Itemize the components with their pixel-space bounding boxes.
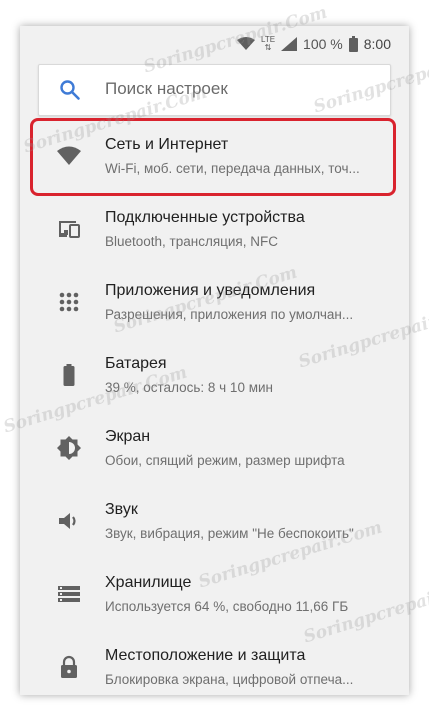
battery-status-icon xyxy=(348,36,358,52)
phone-screen: LTE ⇅ 100 % 8:00 Поиск настроек Сеть и И… xyxy=(20,26,409,695)
wifi-signal-icon xyxy=(236,37,255,50)
settings-item-subtitle: Блокировка экрана, цифровой отпеча... xyxy=(105,672,354,687)
settings-item-storage[interactable]: Хранилище Используется 64 %, свободно 11… xyxy=(20,559,409,629)
search-icon xyxy=(59,79,81,101)
settings-item-subtitle: Обои, спящий режим, размер шрифта xyxy=(105,453,345,468)
brightness-icon xyxy=(56,435,82,461)
search-input[interactable]: Поиск настроек xyxy=(105,79,228,99)
apps-icon xyxy=(56,289,82,315)
settings-item-title: Хранилище xyxy=(105,574,192,591)
settings-item-display[interactable]: Экран Обои, спящий режим, размер шрифта xyxy=(20,413,409,483)
settings-item-subtitle: 39 %, осталось: 8 ч 10 мин xyxy=(105,380,273,395)
settings-item-title: Звук xyxy=(105,501,138,518)
settings-item-subtitle: Звук, вибрация, режим "Не беспокоить" xyxy=(105,526,354,541)
settings-item-title: Сеть и Интернет xyxy=(105,136,229,153)
wifi-icon xyxy=(56,143,82,169)
settings-item-battery[interactable]: Батарея 39 %, осталось: 8 ч 10 мин xyxy=(20,340,409,410)
battery-percent: 100 % xyxy=(303,36,343,52)
battery-icon xyxy=(56,362,82,388)
devices-icon xyxy=(56,216,82,242)
settings-item-network[interactable]: Сеть и Интернет Wi-Fi, моб. сети, переда… xyxy=(20,121,409,191)
status-bar: LTE ⇅ 100 % 8:00 xyxy=(20,26,409,62)
settings-item-subtitle: Разрешения, приложения по умолчан... xyxy=(105,307,354,322)
settings-item-title: Подключенные устройства xyxy=(105,209,305,226)
settings-item-connected-devices[interactable]: Подключенные устройства Bluetooth, транс… xyxy=(20,194,409,264)
volume-icon xyxy=(56,508,82,534)
network-type-icon: LTE ⇅ xyxy=(260,35,276,52)
settings-item-subtitle: Bluetooth, трансляция, NFC xyxy=(105,234,278,249)
settings-item-title: Батарея xyxy=(105,355,167,372)
settings-item-title: Приложения и уведомления xyxy=(105,282,316,299)
lock-icon xyxy=(56,654,82,680)
settings-item-subtitle: Используется 64 %, свободно 11,66 ГБ xyxy=(105,599,349,614)
settings-item-apps[interactable]: Приложения и уведомления Разрешения, при… xyxy=(20,267,409,337)
cell-signal-icon xyxy=(281,37,298,51)
settings-item-location-security[interactable]: Местоположение и защита Блокировка экран… xyxy=(20,632,409,695)
settings-item-title: Экран xyxy=(105,428,151,445)
settings-item-subtitle: Wi-Fi, моб. сети, передача данных, точ..… xyxy=(105,161,360,176)
settings-item-title: Местоположение и защита xyxy=(105,647,306,664)
clock: 8:00 xyxy=(363,36,391,52)
search-bar[interactable]: Поиск настроек xyxy=(38,64,391,116)
settings-item-sound[interactable]: Звук Звук, вибрация, режим "Не беспокоит… xyxy=(20,486,409,556)
storage-icon xyxy=(56,581,82,607)
